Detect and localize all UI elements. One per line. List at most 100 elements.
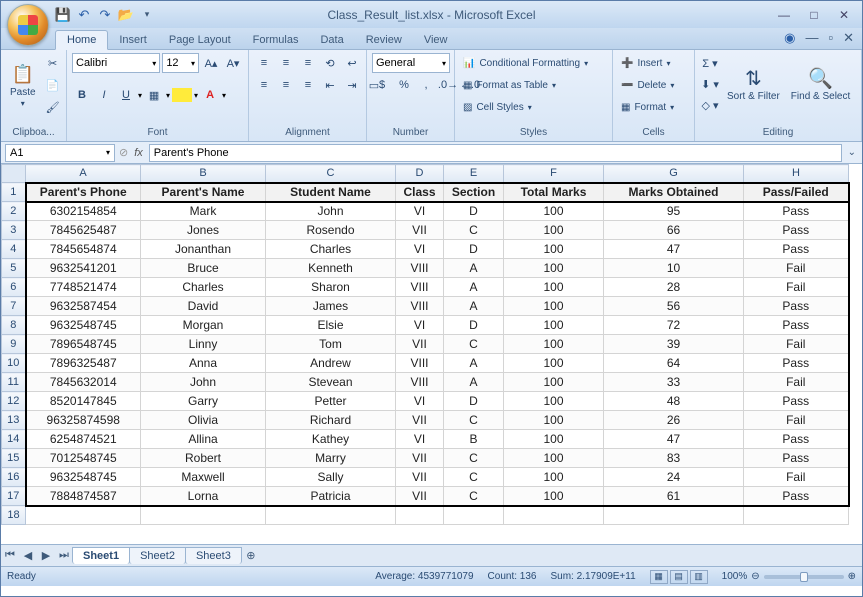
conditional-formatting-button[interactable]: 📊Conditional Formatting▾ [460, 53, 607, 73]
currency-icon[interactable]: $ [372, 75, 392, 95]
cell-10-F[interactable]: 100 [504, 354, 604, 373]
row-header-5[interactable]: 5 [2, 259, 26, 278]
name-box[interactable]: A1▾ [5, 144, 115, 162]
cell-7-F[interactable]: 100 [504, 297, 604, 316]
cell-9-G[interactable]: 39 [604, 335, 744, 354]
select-all-corner[interactable] [2, 165, 26, 183]
cell-12-C[interactable]: Petter [266, 392, 396, 411]
paste-dropdown-icon[interactable]: ▾ [21, 99, 25, 108]
bold-button[interactable]: B [72, 85, 92, 105]
save-icon[interactable]: 💾 [55, 7, 71, 23]
column-header-G[interactable]: G [604, 165, 744, 183]
paste-button[interactable]: 📋 Paste ▾ [6, 53, 40, 117]
cell-14-D[interactable]: VI [396, 430, 444, 449]
cell-6-F[interactable]: 100 [504, 278, 604, 297]
cell-15-E[interactable]: C [444, 449, 504, 468]
cell-3-F[interactable]: 100 [504, 221, 604, 240]
first-sheet-icon[interactable]: ⏮ [1, 547, 19, 565]
cell-header-7[interactable]: Pass/Failed [744, 183, 849, 202]
tab-data[interactable]: Data [309, 31, 354, 49]
cell-12-E[interactable]: D [444, 392, 504, 411]
cell-15-C[interactable]: Marry [266, 449, 396, 468]
cell-10-B[interactable]: Anna [141, 354, 266, 373]
cell-18-G[interactable] [604, 506, 744, 525]
cell-15-A[interactable]: 7012548745 [26, 449, 141, 468]
row-header-17[interactable]: 17 [2, 487, 26, 506]
cell-6-D[interactable]: VIII [396, 278, 444, 297]
cell-13-E[interactable]: C [444, 411, 504, 430]
cell-13-C[interactable]: Richard [266, 411, 396, 430]
cell-17-B[interactable]: Lorna [141, 487, 266, 506]
cell-5-G[interactable]: 10 [604, 259, 744, 278]
border-dropdown-icon[interactable]: ▾ [166, 91, 170, 100]
zoom-out-icon[interactable]: ⊖ [751, 571, 759, 582]
cell-16-A[interactable]: 9632548745 [26, 468, 141, 487]
cell-12-A[interactable]: 8520147845 [26, 392, 141, 411]
cell-4-D[interactable]: VI [396, 240, 444, 259]
cell-3-C[interactable]: Rosendo [266, 221, 396, 240]
cell-8-D[interactable]: VI [396, 316, 444, 335]
row-header-18[interactable]: 18 [2, 506, 26, 525]
cell-18-E[interactable] [444, 506, 504, 525]
find-select-button[interactable]: 🔍Find & Select [787, 53, 854, 115]
cell-18-B[interactable] [141, 506, 266, 525]
qat-dropdown-icon[interactable]: ▾ [139, 7, 155, 23]
cell-17-A[interactable]: 7884874587 [26, 487, 141, 506]
column-header-E[interactable]: E [444, 165, 504, 183]
cell-2-D[interactable]: VI [396, 202, 444, 221]
cell-4-G[interactable]: 47 [604, 240, 744, 259]
sort-filter-button[interactable]: ⇅Sort & Filter [723, 53, 784, 115]
italic-button[interactable]: I [94, 85, 114, 105]
underline-dropdown-icon[interactable]: ▾ [138, 91, 142, 100]
cell-4-A[interactable]: 7845654874 [26, 240, 141, 259]
cell-12-B[interactable]: Garry [141, 392, 266, 411]
cell-7-A[interactable]: 9632587454 [26, 297, 141, 316]
row-header-12[interactable]: 12 [2, 392, 26, 411]
cell-6-G[interactable]: 28 [604, 278, 744, 297]
grow-font-icon[interactable]: A▴ [201, 53, 221, 73]
cell-14-G[interactable]: 47 [604, 430, 744, 449]
cell-14-C[interactable]: Kathey [266, 430, 396, 449]
cell-14-B[interactable]: Allina [141, 430, 266, 449]
cell-2-H[interactable]: Pass [744, 202, 849, 221]
cell-9-H[interactable]: Fail [744, 335, 849, 354]
redo-icon[interactable]: ↷ [97, 7, 113, 23]
cell-5-F[interactable]: 100 [504, 259, 604, 278]
cell-header-2[interactable]: Student Name [266, 183, 396, 202]
row-header-8[interactable]: 8 [2, 316, 26, 335]
cell-5-H[interactable]: Fail [744, 259, 849, 278]
cell-7-B[interactable]: David [141, 297, 266, 316]
cell-15-G[interactable]: 83 [604, 449, 744, 468]
cell-4-F[interactable]: 100 [504, 240, 604, 259]
cell-6-B[interactable]: Charles [141, 278, 266, 297]
cell-13-A[interactable]: 96325874598 [26, 411, 141, 430]
cell-5-C[interactable]: Kenneth [266, 259, 396, 278]
cell-9-D[interactable]: VII [396, 335, 444, 354]
cell-7-G[interactable]: 56 [604, 297, 744, 316]
cell-3-G[interactable]: 66 [604, 221, 744, 240]
row-header-2[interactable]: 2 [2, 202, 26, 221]
row-header-13[interactable]: 13 [2, 411, 26, 430]
cell-header-0[interactable]: Parent's Phone [26, 183, 141, 202]
cut-icon[interactable]: ✂ [43, 53, 63, 73]
cell-10-H[interactable]: Pass [744, 354, 849, 373]
tab-view[interactable]: View [413, 31, 459, 49]
column-header-H[interactable]: H [744, 165, 849, 183]
cell-18-A[interactable] [26, 506, 141, 525]
cell-10-G[interactable]: 64 [604, 354, 744, 373]
align-middle-icon[interactable]: ≡ [276, 53, 296, 73]
wrap-text-icon[interactable]: ↩ [342, 53, 362, 73]
cell-2-C[interactable]: John [266, 202, 396, 221]
tab-home[interactable]: Home [55, 30, 108, 50]
fill-down-icon[interactable]: ⬇ ▾ [700, 74, 720, 94]
row-header-6[interactable]: 6 [2, 278, 26, 297]
cell-6-A[interactable]: 7748521474 [26, 278, 141, 297]
column-header-F[interactable]: F [504, 165, 604, 183]
percent-icon[interactable]: % [394, 75, 414, 95]
cell-12-H[interactable]: Pass [744, 392, 849, 411]
cell-16-F[interactable]: 100 [504, 468, 604, 487]
row-header-4[interactable]: 4 [2, 240, 26, 259]
row-header-10[interactable]: 10 [2, 354, 26, 373]
help-icon[interactable]: ◉ [784, 30, 795, 46]
tab-page-layout[interactable]: Page Layout [158, 31, 242, 49]
